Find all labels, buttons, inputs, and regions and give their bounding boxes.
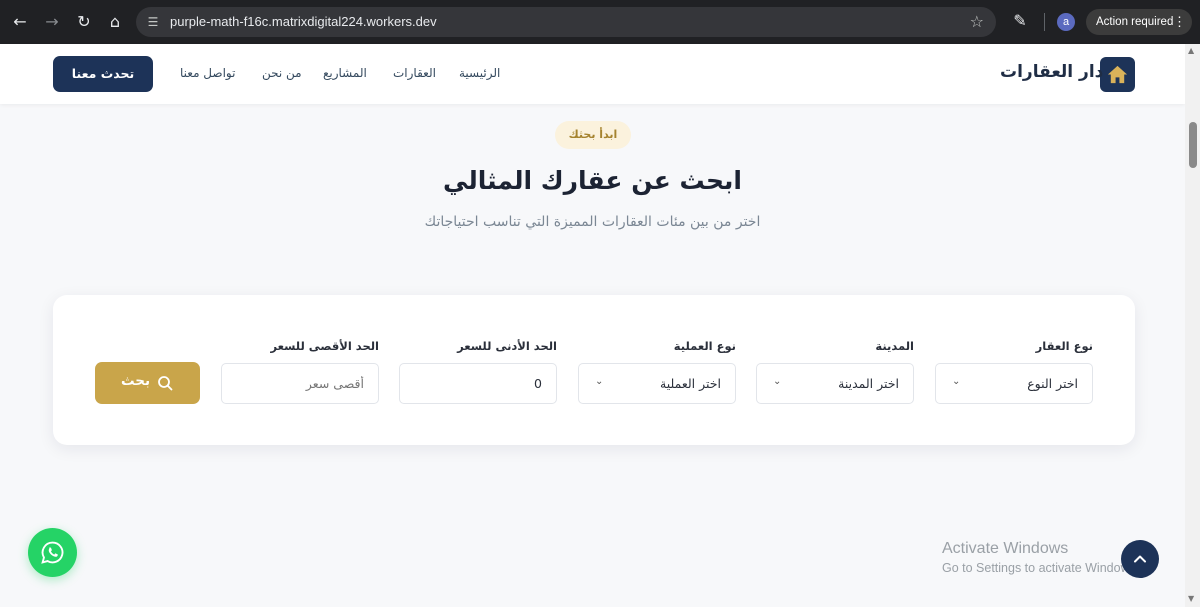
action-required-label: Action required — [1096, 16, 1174, 28]
address-bar[interactable]: ☰ purple-math-f16c.matrixdigital224.work… — [136, 7, 996, 37]
activate-windows-title: Activate Windows — [942, 540, 1069, 557]
nav-about[interactable]: من نحن — [262, 66, 302, 80]
max-price-label: الحد الأقصى للسعر — [270, 339, 379, 353]
operation-value: اختر العملية — [660, 376, 721, 391]
url-text[interactable]: purple-math-f16c.matrixdigital224.worker… — [170, 14, 437, 29]
forward-icon[interactable]: → — [42, 12, 62, 32]
min-price-label: الحد الأدنى للسعر — [457, 339, 557, 353]
profile-avatar[interactable]: a — [1057, 13, 1075, 31]
extensions-icon[interactable]: ✎ — [1010, 11, 1030, 31]
property-type-select[interactable]: اختر النوع ⌄ — [935, 363, 1093, 404]
search-button[interactable]: بحث — [95, 362, 200, 404]
scroll-up-icon[interactable]: ▲ — [1188, 46, 1194, 55]
section-badge: ابدأ بحثك — [555, 121, 631, 149]
nav-properties[interactable]: العقارات — [393, 66, 436, 80]
scroll-down-icon[interactable]: ▼ — [1188, 594, 1194, 603]
scroll-to-top-button[interactable] — [1121, 540, 1159, 578]
browser-toolbar: ← → ↻ ⌂ ☰ purple-math-f16c.matrixdigital… — [0, 0, 1200, 44]
property-type-label: نوع العقار — [1035, 339, 1093, 353]
talk-to-us-button[interactable]: تحدث معنا — [53, 56, 153, 92]
star-icon[interactable]: ☆ — [970, 12, 984, 31]
nav-projects[interactable]: المشاريع — [323, 66, 367, 80]
max-price-field[interactable] — [221, 363, 379, 404]
scrollbar-thumb[interactable] — [1189, 122, 1197, 168]
chevron-down-icon: ⌄ — [595, 376, 604, 387]
chevron-down-icon: ⌄ — [952, 376, 961, 387]
activate-windows-subtitle: Go to Settings to activate Windows. — [942, 561, 1140, 575]
operation-select[interactable]: اختر العملية ⌄ — [578, 363, 736, 404]
nav-home[interactable]: الرئيسية — [459, 66, 500, 80]
more-icon[interactable]: ⋮ — [1173, 9, 1186, 35]
page-title: ابحث عن عقارك المثالي — [443, 166, 742, 195]
city-select[interactable]: اختر المدينة ⌄ — [756, 363, 914, 404]
site-settings-icon[interactable]: ☰ — [145, 14, 161, 30]
site-header: دار العقارات الرئيسية العقارات المشاريع … — [0, 44, 1185, 104]
whatsapp-button[interactable] — [28, 528, 77, 577]
chevron-up-icon — [1134, 555, 1146, 563]
operation-label: نوع العملية — [673, 339, 736, 353]
logo-text[interactable]: دار العقارات — [1000, 62, 1103, 82]
city-label: المدينة — [875, 339, 914, 353]
page-subtitle: اختر من بين مئات العقارات المميزة التي ت… — [424, 214, 761, 230]
city-value: اختر المدينة — [838, 376, 899, 391]
property-type-value: اختر النوع — [1027, 376, 1078, 391]
back-icon[interactable]: ← — [10, 12, 30, 32]
nav-contact[interactable]: تواصل معنا — [180, 66, 235, 80]
min-price-input[interactable] — [400, 364, 556, 403]
min-price-field[interactable] — [399, 363, 557, 404]
home-icon[interactable]: ⌂ — [105, 12, 125, 32]
reload-icon[interactable]: ↻ — [74, 12, 94, 32]
toolbar-divider — [1044, 13, 1045, 31]
search-card: نوع العقار اختر النوع ⌄ المدينة اختر الم… — [53, 295, 1135, 445]
action-required-button[interactable]: Action required ⋮ — [1086, 9, 1192, 35]
search-icon — [158, 376, 173, 391]
chevron-down-icon: ⌄ — [773, 376, 782, 387]
page-scrollbar[interactable]: ▲ ▼ — [1185, 44, 1200, 607]
whatsapp-icon — [41, 541, 64, 564]
max-price-input[interactable] — [222, 364, 378, 403]
search-button-label: بحث — [121, 373, 151, 389]
logo-icon[interactable] — [1100, 57, 1135, 92]
